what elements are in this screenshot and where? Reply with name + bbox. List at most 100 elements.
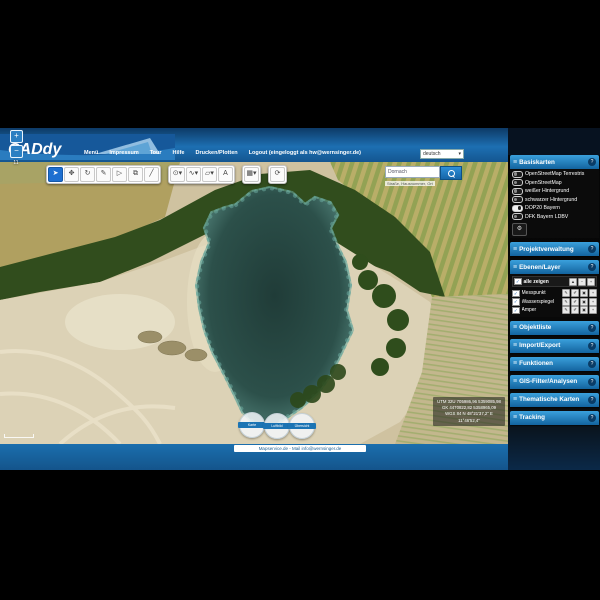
edit-layer-button[interactable]: ✎ (562, 298, 570, 306)
map-viewport[interactable]: ➤ ✥ ↻ ✎ ▷ ⧉ ╱ ⊙▾ ∿▾ ▱▾ A ▦▾ (0, 162, 508, 444)
basemap-item-dop20-bayern[interactable]: DOP20 Bayern (512, 204, 597, 213)
help-icon[interactable]: ? (588, 414, 596, 422)
edit-style-button[interactable]: ✐ (571, 298, 579, 306)
menu-item-tour[interactable]: Tour (150, 150, 162, 156)
language-select[interactable]: deutsch ▾ (420, 149, 464, 159)
view-shortcut-uebersicht[interactable]: Übersicht (289, 413, 315, 439)
toggle-icon[interactable] (512, 179, 523, 186)
basemap-item-osm-terrestris[interactable]: OpenStreetMap Terrestris (512, 170, 597, 179)
play-tool-button[interactable]: ▷ (112, 167, 127, 182)
panel-title: Import/Export (519, 342, 588, 349)
layer-plus-button[interactable]: + (589, 298, 597, 306)
scale-bar (4, 434, 34, 438)
sand-highlight (65, 294, 175, 350)
layer-add-button[interactable]: + (587, 278, 595, 286)
layer-folder-button[interactable]: ▣ (580, 298, 588, 306)
toggle-icon[interactable] (512, 188, 523, 195)
layer-row-amper[interactable]: ✓ Amper ✎ ✐ ▣ + (512, 306, 597, 315)
reload-button[interactable]: ⟳ (270, 167, 285, 182)
menu-icon: ≡ (513, 324, 517, 331)
zoom-out-button[interactable]: − (10, 145, 23, 158)
show-all-layers-row[interactable]: ✓ alle zeigen ▲ − + (512, 276, 597, 287)
menu-item-logout[interactable]: Logout (eingeloggt als hw@wernsinger.de) (249, 150, 361, 156)
show-all-checkbox[interactable]: ✓ (514, 278, 522, 286)
gis-application: CADdy Menü Impressum Tour Hilfe Drucken/… (0, 128, 600, 470)
help-icon[interactable]: ? (588, 263, 596, 271)
panel-header-objektliste[interactable]: ≡ Objektliste ? (510, 321, 599, 335)
panel-title: Basiskarten (519, 159, 588, 166)
style-tool-button[interactable]: ▦▾ (244, 167, 259, 182)
menu-item-impressum[interactable]: Impressum (109, 150, 138, 156)
view-shortcut-karte[interactable]: Karte (239, 412, 265, 438)
panel-header-tracking[interactable]: ≡ Tracking ? (510, 411, 599, 425)
layer-plus-button[interactable]: + (589, 289, 597, 297)
caddy-logo[interactable]: CADdy (0, 128, 175, 162)
edit-layer-button[interactable]: ✎ (562, 306, 570, 314)
rotate-tool-button[interactable]: ↻ (80, 167, 95, 182)
panel-thematische-karten: ≡ Thematische Karten ? (510, 393, 599, 407)
basemap-label: weißer Hintergrund (525, 188, 569, 194)
line-tool-button[interactable]: ╱ (144, 167, 159, 182)
layer-sort-button[interactable]: ▲ (569, 278, 577, 286)
layer-checkbox[interactable]: ✓ (512, 307, 520, 315)
toggle-icon[interactable] (512, 196, 523, 203)
panel-header-ebenen-layer[interactable]: ≡ Ebenen/Layer ? (510, 260, 599, 274)
view-shortcut-label: Übersicht (288, 423, 316, 429)
layer-folder-button[interactable]: ▣ (580, 289, 588, 297)
basemap-item-schwarzer-hintergrund[interactable]: schwarzer Hintergrund (512, 196, 597, 205)
layer-collapse-button[interactable]: − (578, 278, 586, 286)
menu-item-menue[interactable]: Menü (84, 150, 98, 156)
help-icon[interactable]: ? (588, 396, 596, 404)
panel-import-export: ≡ Import/Export ? (510, 339, 599, 353)
layer-row-messpunkt[interactable]: ✓ Messpunkt ✎ ✐ ▣ + (512, 289, 597, 298)
select-tool-button[interactable]: ➤ (48, 167, 63, 182)
panel-title: Ebenen/Layer (519, 264, 588, 271)
view-shortcut-luftbild[interactable]: Luftbild (264, 413, 290, 439)
toggle-icon[interactable] (512, 171, 523, 178)
panel-header-thematische-karten[interactable]: ≡ Thematische Karten ? (510, 393, 599, 407)
text-tool-button[interactable]: A (218, 167, 233, 182)
panel-header-gis-filter[interactable]: ≡ GIS-Filter/Analysen ? (510, 375, 599, 389)
basemap-item-dfk-bayern[interactable]: DFK Bayern LDBV (512, 213, 597, 222)
search-input[interactable] (385, 166, 440, 178)
edit-layer-button[interactable]: ✎ (562, 289, 570, 297)
menu-item-drucken[interactable]: Drucken/Plotten (195, 150, 237, 156)
toggle-icon[interactable] (512, 205, 523, 212)
circle-measure-button[interactable]: ⊙▾ (170, 167, 185, 182)
layer-folder-button[interactable]: ▣ (580, 306, 588, 314)
help-icon[interactable]: ? (588, 378, 596, 386)
menu-item-hilfe[interactable]: Hilfe (173, 150, 185, 156)
edit-style-button[interactable]: ✐ (571, 306, 579, 314)
footer-contact[interactable]: Mapservice.de - Mail info@wernsinger.de (234, 445, 366, 452)
panel-header-funktionen[interactable]: ≡ Funktionen ? (510, 357, 599, 371)
help-icon[interactable]: ? (588, 245, 596, 253)
polyline-measure-button[interactable]: ∿▾ (186, 167, 201, 182)
help-icon[interactable]: ? (588, 360, 596, 368)
layer-row-wasserspiegel[interactable]: ✓ Wasserspiegel ✎ ✐ ▣ + (512, 298, 597, 307)
gear-icon[interactable]: ⚙ (512, 223, 527, 236)
zoom-in-button[interactable]: + (10, 130, 23, 143)
move-tool-button[interactable]: ✥ (64, 167, 79, 182)
panel-header-basiskarten[interactable]: ≡ Basiskarten ? (510, 155, 599, 169)
panel-title: GIS-Filter/Analysen (519, 378, 588, 385)
layer-tools: ✎ ✐ ▣ + (562, 289, 597, 297)
edit-style-button[interactable]: ✐ (571, 289, 579, 297)
help-icon[interactable]: ? (588, 158, 596, 166)
panel-header-projektverwaltung[interactable]: ≡ Projektverwaltung ? (510, 242, 599, 256)
search-button[interactable] (440, 166, 462, 180)
layer-checkbox[interactable]: ✓ (512, 298, 520, 306)
language-value: deutsch (423, 151, 441, 157)
layer-plus-button[interactable]: + (589, 306, 597, 314)
layer-checkbox[interactable]: ✓ (512, 290, 520, 298)
overlay-tool-button[interactable]: ⧉ (128, 167, 143, 182)
panel-header-import-export[interactable]: ≡ Import/Export ? (510, 339, 599, 353)
basemap-list: OpenStreetMap Terrestris OpenStreetMap w… (510, 169, 599, 238)
draw-tool-button[interactable]: ✎ (96, 167, 111, 182)
menu-icon: ≡ (513, 264, 517, 271)
polygon-measure-button[interactable]: ▱▾ (202, 167, 217, 182)
toggle-icon[interactable] (512, 213, 523, 220)
basemap-item-weisser-hintergrund[interactable]: weißer Hintergrund (512, 187, 597, 196)
help-icon[interactable]: ? (588, 324, 596, 332)
help-icon[interactable]: ? (588, 342, 596, 350)
basemap-item-osm[interactable]: OpenStreetMap (512, 179, 597, 188)
